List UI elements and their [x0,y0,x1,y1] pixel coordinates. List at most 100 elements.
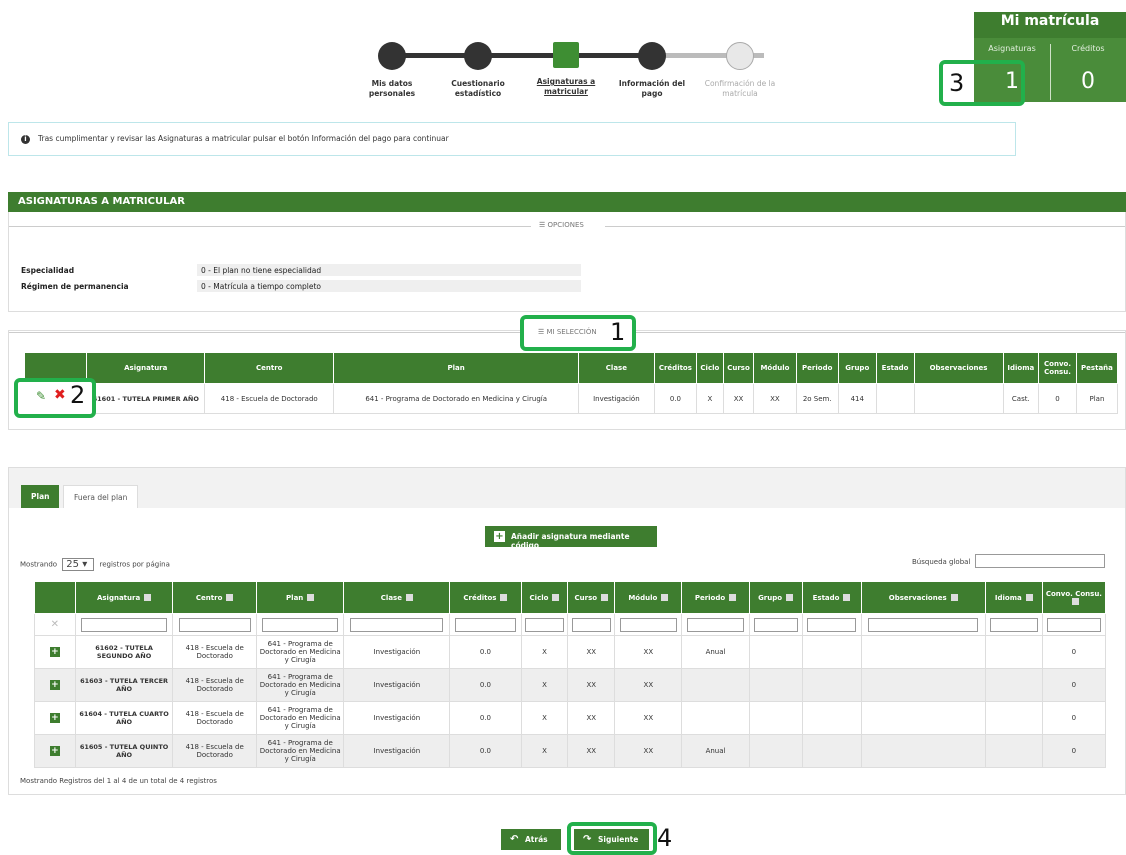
cell-observaciones [913,383,1004,414]
opciones-legend: ☰ OPCIONES [535,221,588,229]
col-header-label: Estado [812,593,840,602]
cell-modulo: XX [614,701,683,735]
filter-plan-input[interactable] [262,617,339,632]
filter-idioma-input[interactable] [989,617,1038,632]
showing-suffix: registros por página [99,560,170,569]
col-header-sortable[interactable]: Grupo [748,581,803,614]
filter-cell [343,613,451,636]
step-mis-datos[interactable]: Mis datos personales [350,38,434,99]
cell-pestana: Plan [1075,383,1119,414]
col-header-label: Centro [195,593,223,602]
step-asignaturas[interactable]: Asignaturas a matricular [524,38,608,97]
col-header-sortable[interactable]: Idioma [984,581,1043,614]
add-icon[interactable]: + [49,713,60,723]
col-header-sortable[interactable]: Curso [567,581,616,614]
col-header-sortable[interactable]: Observaciones [860,581,986,614]
step-dot [464,42,492,70]
col-header-sortable[interactable]: Centro [172,581,257,614]
cell-clase: Investigación [578,383,655,414]
sort-icon [729,594,737,601]
page-size-select[interactable]: 25 ▾ [62,558,95,571]
filter-ciclo-input[interactable] [525,617,564,632]
col-header-sortable[interactable]: Créditos [449,581,522,614]
add-icon[interactable]: + [49,680,60,690]
col-header-sortable[interactable]: Convo. Consu. [1041,581,1107,614]
col-header-sortable[interactable]: Plan [255,581,345,614]
global-search: Búsqueda global [912,554,1105,568]
edit-icon[interactable]: ✎ [36,389,46,403]
filter-grupo-input[interactable] [753,617,798,632]
add-row-cell: + [34,635,76,669]
opciones-label: OPCIONES [547,221,584,229]
cell-plan: 641 - Programa de Doctorado en Medicina … [255,701,345,735]
list-icon: ☰ [539,221,548,229]
add-subject-by-code-button[interactable]: + Añadir asignatura mediante código [485,526,657,550]
clear-filters-icon: ✕ [50,619,60,630]
step-informacion-pago[interactable]: Información del pago [610,38,694,99]
col-header: Grupo [837,352,877,384]
filter-cell [74,613,174,636]
add-row-cell: + [34,668,76,702]
cell-convo: 0 [1041,734,1107,768]
mi-seleccion-legend: ☰ MI SELECCIÓN [534,328,601,336]
filter-modulo-input[interactable] [619,617,677,632]
tab-plan[interactable]: Plan [21,485,60,508]
cell-curso: XX [567,701,616,735]
sort-icon [552,594,560,601]
filter-curso-input[interactable] [572,617,611,632]
filter-clase-input[interactable] [350,617,444,632]
cell-convo: 0 [1038,383,1077,414]
add-icon[interactable]: + [49,647,60,657]
filter-row: ✕ [34,613,1107,636]
col-header-sortable[interactable]: Módulo [614,581,683,614]
filter-observaciones-input[interactable] [868,617,979,632]
tab-fuera-del-plan[interactable]: Fuera del plan [63,485,139,508]
page-size-value: 25 [66,559,80,570]
cell-centro: 418 - Escuela de Doctorado [204,383,335,414]
add-icon[interactable]: + [49,746,60,756]
annotation-number-1: 1 [610,318,626,346]
cell-ciclo: X [520,635,569,669]
col-header-label: Curso [574,593,598,602]
step-cuestionario[interactable]: Cuestionario estadístico [436,38,520,99]
filter-creditos-input[interactable] [454,617,516,632]
cell-clase: Investigación [343,701,451,735]
global-search-input[interactable] [975,554,1105,568]
filter-centro-input[interactable] [178,617,251,632]
cell-asignatura: 61604 - TUTELA CUARTO AÑO [74,701,174,735]
col-header-sortable[interactable]: Ciclo [520,581,569,614]
cell-grupo [748,668,803,702]
col-header-sortable[interactable]: Periodo [681,581,750,614]
table-footer-info: Mostrando Registros del 1 al 4 de un tot… [20,777,217,785]
filter-estado-input[interactable] [806,617,857,632]
filter-periodo-input[interactable] [686,617,745,632]
legend-line-right [605,226,1125,227]
mi-seleccion-label: MI SELECCIÓN [546,328,597,336]
col-header: Convo. Consu. [1038,352,1077,384]
col-header-sortable[interactable]: Estado [801,581,862,614]
cell-plan: 641 - Programa de Doctorado en Medicina … [255,635,345,669]
col-header-label: Plan [286,593,304,602]
filter-asignatura-input[interactable] [81,617,167,632]
back-button[interactable]: ↶ Atrás [501,829,561,850]
next-button[interactable]: ↷ Siguiente [574,829,649,850]
cell-idioma [984,734,1043,768]
showing-prefix: Mostrando [20,560,58,569]
col-header-sortable[interactable]: Clase [343,581,451,614]
especialidad-label: Especialidad [21,266,75,275]
col-header-label: Periodo [694,593,726,602]
cell-asignatura: 61603 - TUTELA TERCER AÑO [74,668,174,702]
cell-creditos: 0.0 [449,635,522,669]
cell-clase: Investigación [343,635,451,669]
cell-modulo: XX [753,383,797,414]
cell-observaciones [860,635,986,669]
filter-cell [801,613,862,636]
sort-icon [843,594,851,601]
col-header-sortable[interactable]: Asignatura [74,581,174,614]
table-row: 61601 - TUTELA PRIMER AÑO 418 - Escuela … [23,383,1119,414]
col-header: Módulo [753,352,797,384]
delete-icon[interactable]: ✖ [54,387,66,403]
clear-filters-cell[interactable]: ✕ [34,613,76,636]
cell-estado [801,668,862,702]
filter-convo-input[interactable] [1047,617,1101,632]
